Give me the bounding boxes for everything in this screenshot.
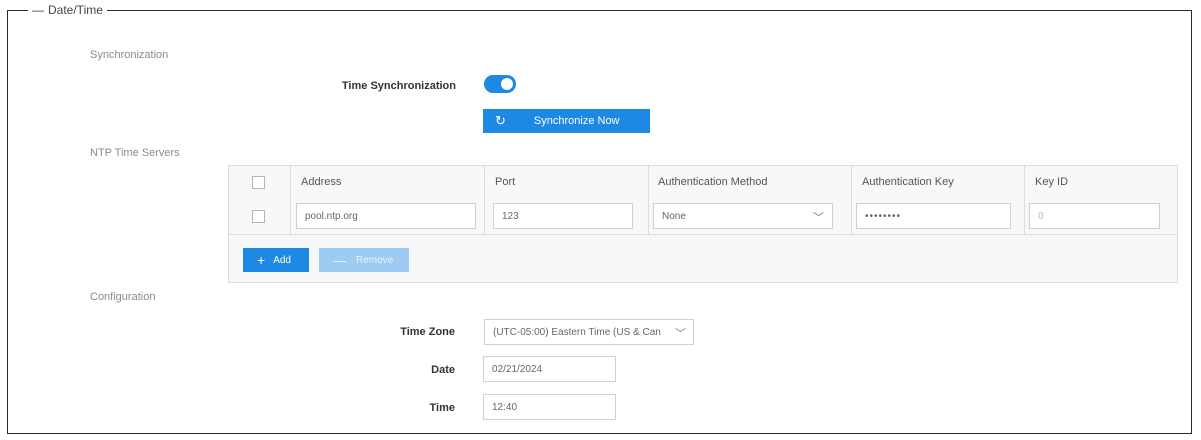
chevron-down-icon: ﹀ bbox=[813, 212, 824, 224]
remove-button[interactable]: — Remove bbox=[319, 248, 409, 272]
select-all-checkbox[interactable] bbox=[252, 176, 265, 189]
col-auth-key: Authentication Key bbox=[862, 176, 954, 188]
col-key-id: Key ID bbox=[1035, 176, 1069, 188]
time-label: Time bbox=[429, 402, 455, 414]
synchronize-now-label: Synchronize Now bbox=[533, 115, 620, 127]
time-input[interactable]: 12:40 bbox=[483, 394, 616, 420]
add-button[interactable]: + Add bbox=[243, 248, 309, 272]
auth-method-value: None bbox=[662, 211, 686, 222]
remove-label: Remove bbox=[356, 254, 394, 266]
auth-method-select[interactable]: None ﹀ bbox=[653, 203, 833, 229]
toggle-knob bbox=[501, 78, 513, 90]
port-input[interactable]: 123 bbox=[493, 203, 633, 229]
col-auth-method: Authentication Method bbox=[658, 176, 768, 188]
chevron-down-icon: ﹀ bbox=[675, 328, 686, 340]
col-port: Port bbox=[495, 176, 516, 188]
synchronize-now-button[interactable]: ↻ Synchronize Now bbox=[483, 109, 650, 133]
row-checkbox[interactable] bbox=[252, 210, 265, 223]
timezone-value: (UTC-05:00) Eastern Time (US & Can bbox=[493, 327, 661, 338]
add-label: Add bbox=[273, 254, 291, 266]
address-input[interactable]: pool.ntp.org bbox=[296, 203, 476, 229]
date-input[interactable]: 02/21/2024 bbox=[483, 356, 616, 382]
timezone-select[interactable]: (UTC-05:00) Eastern Time (US & Can ﹀ bbox=[484, 319, 694, 345]
auth-key-input[interactable]: •••••••• bbox=[856, 203, 1011, 229]
timezone-label: Time Zone bbox=[400, 326, 455, 338]
section-title: Date/Time bbox=[48, 3, 103, 17]
ntp-servers-heading: NTP Time Servers bbox=[90, 147, 180, 159]
refresh-icon: ↻ bbox=[495, 113, 506, 128]
time-sync-label: Time Synchronization bbox=[341, 80, 456, 92]
collapse-icon[interactable]: — bbox=[32, 3, 44, 17]
configuration-heading: Configuration bbox=[90, 291, 156, 303]
table-header: Address Port Authentication Method Authe… bbox=[229, 166, 1177, 201]
date-label: Date bbox=[431, 364, 455, 376]
plus-icon: + bbox=[257, 252, 266, 268]
synchronization-heading: Synchronization bbox=[90, 49, 169, 61]
key-id-input[interactable]: 0 bbox=[1029, 203, 1160, 229]
minus-icon: — bbox=[333, 252, 346, 268]
section-header[interactable]: — Date/Time bbox=[28, 2, 107, 18]
col-address: Address bbox=[301, 176, 342, 188]
time-sync-toggle[interactable] bbox=[484, 75, 516, 93]
